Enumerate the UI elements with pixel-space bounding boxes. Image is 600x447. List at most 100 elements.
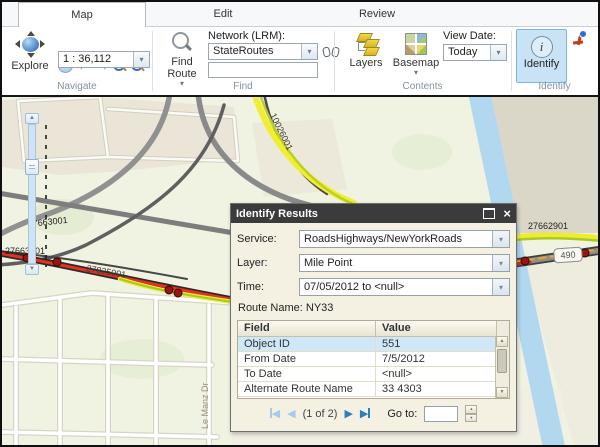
layer-combobox[interactable]: Mile Point ▾: [299, 254, 510, 272]
scale-combobox[interactable]: 1 : 36,112 ▾: [58, 51, 150, 68]
zoom-slider-handle[interactable]: [25, 159, 39, 175]
basemap-caret-icon: ▾: [414, 69, 418, 76]
map-zoom-slider[interactable]: ▲ ▼: [25, 113, 39, 275]
dialog-titlebar[interactable]: Identify Results ×: [231, 204, 516, 223]
tab-review[interactable]: Review: [300, 2, 454, 26]
map-canvas[interactable]: 490 27663001 27663101 27825001 10026001 …: [2, 95, 598, 447]
dropdown-arrow-icon: ▾: [307, 47, 311, 56]
magnifier-icon: [171, 32, 193, 54]
close-button[interactable]: ×: [503, 208, 511, 220]
page-prev-button[interactable]: ◀: [287, 407, 295, 421]
dropdown-arrow-icon: ▾: [496, 48, 500, 57]
dialog-title: Identify Results: [236, 208, 483, 220]
maximize-button[interactable]: [483, 208, 495, 219]
table-row-partial: [238, 397, 509, 399]
explore-button[interactable]: Explore: [6, 31, 54, 81]
first-page-icon: ◀: [272, 408, 280, 420]
dialog-body: Service: RoadsHighways/NewYorkRoads ▾ La…: [231, 223, 516, 422]
table-row[interactable]: Alternate Route Name 33 4303: [238, 382, 509, 397]
layers-icon: [354, 33, 378, 55]
ribbon: Explore ← → + − 1 : 36,112 ▾ Navigate Fi…: [2, 27, 598, 95]
view-date-combobox[interactable]: Today ▾: [443, 44, 507, 61]
service-value: RoadsHighways/NewYorkRoads: [300, 231, 492, 247]
table-row[interactable]: To Date <null>: [238, 367, 509, 382]
zoom-slider-track[interactable]: [28, 124, 36, 264]
route-shield-490: 490: [554, 247, 583, 263]
scale-value: 1 : 36,112: [59, 52, 133, 67]
page-first-button[interactable]: ◀: [270, 407, 280, 421]
table-header-spacer: [496, 321, 509, 336]
explore-label: Explore: [11, 60, 48, 72]
goto-input[interactable]: [424, 406, 458, 422]
layers-label: Layers: [349, 57, 382, 69]
basemap-button[interactable]: Basemap ▾: [391, 32, 441, 86]
dropdown-arrow-icon: ▾: [499, 259, 503, 268]
page-indicator: (1 of 2): [303, 408, 338, 420]
binoculars-search-button[interactable]: [323, 45, 339, 57]
identify-label: Identify: [524, 58, 559, 70]
service-dropdown-button[interactable]: ▾: [492, 231, 509, 247]
goto-spinner-up[interactable]: ▲: [465, 405, 477, 414]
table-header-field: Field: [238, 321, 376, 336]
layer-label: Layer:: [237, 257, 299, 269]
goto-spinner: ▲ ▼: [465, 405, 477, 422]
field-cell: To Date: [238, 367, 376, 381]
road-label: 27662901: [528, 221, 568, 231]
network-lrm-label: Network (LRM):: [208, 30, 285, 42]
identify-group-label: Identify: [511, 81, 598, 92]
zoom-slider-up-button[interactable]: ▲: [25, 113, 39, 124]
results-table: Field Value Object ID 551 From Date 7/5/…: [237, 320, 510, 399]
scroll-up-button[interactable]: ▲: [496, 336, 508, 347]
find-route-label-1: Find: [171, 56, 192, 68]
value-cell: <null>: [376, 367, 509, 381]
navigate-group-label: Navigate: [2, 81, 152, 92]
dropdown-arrow-icon: ▾: [499, 235, 503, 244]
layers-button[interactable]: Layers: [342, 32, 390, 86]
layer-dropdown-button[interactable]: ▾: [492, 255, 509, 271]
goto-spinner-down[interactable]: ▼: [465, 414, 477, 423]
value-cell: 551: [376, 337, 509, 351]
service-label: Service:: [237, 233, 299, 245]
pan-orb-icon: [15, 32, 45, 58]
page-last-button[interactable]: ▶: [360, 407, 370, 421]
scroll-thumb[interactable]: [497, 349, 507, 373]
time-label: Time:: [237, 281, 299, 293]
time-combobox[interactable]: 07/05/2012 to <null> ▾: [299, 278, 510, 296]
dropdown-arrow-icon: ▾: [499, 283, 503, 292]
layer-value: Mile Point: [300, 255, 492, 271]
value-cell: 7/5/2012: [376, 352, 509, 366]
field-cell: From Date: [238, 352, 376, 366]
table-header-row: Field Value: [238, 321, 509, 337]
dropdown-arrow-icon: ▾: [139, 55, 143, 64]
table-row[interactable]: From Date 7/5/2012: [238, 352, 509, 367]
ribbon-tabbar: Map Edit Review: [2, 2, 598, 27]
find-group-label: Find: [152, 81, 334, 92]
identify-button[interactable]: i Identify: [516, 29, 567, 83]
table-header-value: Value: [376, 321, 496, 336]
zoom-slider-down-button[interactable]: ▼: [25, 264, 39, 275]
view-date-dropdown-button[interactable]: ▾: [490, 45, 506, 60]
network-dropdown-button[interactable]: ▾: [301, 44, 317, 59]
view-date-value: Today: [444, 45, 490, 60]
goto-label: Go to:: [387, 408, 417, 420]
time-dropdown-button[interactable]: ▾: [492, 279, 509, 295]
table-row[interactable]: Object ID 551: [238, 337, 509, 352]
route-name-value: NY33: [306, 302, 334, 314]
pagination-bar: ◀ ◀ (1 of 2) ▶ ▶ Go to: ▲ ▼: [237, 405, 510, 422]
scale-dropdown-button[interactable]: ▾: [133, 52, 149, 67]
route-input[interactable]: [208, 62, 318, 78]
network-value: StateRoutes: [209, 44, 301, 59]
service-combobox[interactable]: RoadsHighways/NewYorkRoads ▾: [299, 230, 510, 248]
identify-icon: i: [531, 36, 553, 58]
identify-launcher-icon[interactable]: [572, 32, 586, 46]
route-name-label: Route Name:: [238, 302, 303, 314]
tab-edit[interactable]: Edit: [146, 2, 300, 26]
page-next-button[interactable]: ▶: [344, 407, 352, 421]
table-scrollbar[interactable]: ▲ ▼: [495, 336, 509, 398]
view-date-label: View Date:: [443, 30, 496, 42]
field-cell: Object ID: [238, 337, 376, 351]
scroll-down-button[interactable]: ▼: [496, 387, 508, 398]
network-combobox[interactable]: StateRoutes ▾: [208, 43, 318, 60]
route-name-row: Route Name: NY33: [238, 302, 510, 314]
tab-map[interactable]: Map: [18, 2, 146, 27]
